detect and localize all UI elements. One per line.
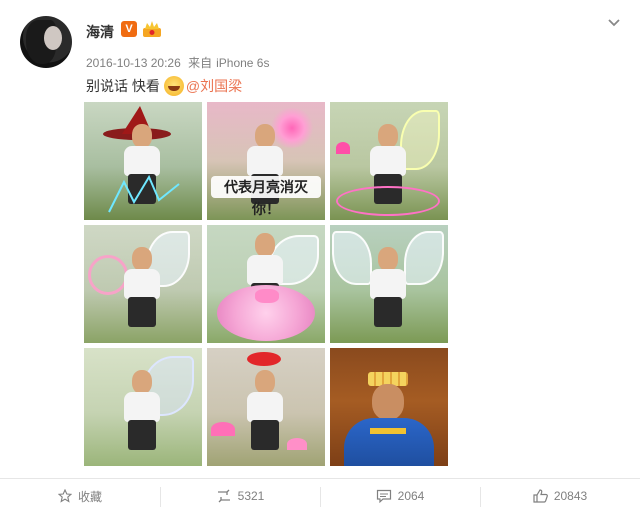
repost-button[interactable]: 5321 — [160, 479, 320, 513]
user-name[interactable]: 海清 — [86, 22, 114, 42]
laughing-emoji-icon — [163, 76, 184, 96]
image-tile-1[interactable] — [84, 102, 202, 220]
image-tile-2[interactable]: 代表月亮消灭你！ — [207, 102, 325, 220]
repost-count: 5321 — [237, 489, 265, 503]
crown-icon[interactable] — [142, 20, 162, 38]
favorite-button[interactable]: 收藏 — [0, 479, 160, 513]
source-prefix: 来自 — [188, 56, 213, 70]
comment-button[interactable]: 2064 — [320, 479, 480, 513]
image-caption: 代表月亮消灭你！ — [211, 176, 321, 217]
like-count: 20843 — [553, 489, 588, 503]
lightning-effect-icon — [108, 174, 180, 213]
weibo-post-card: 海清 V 2016-10-13 20:26 来自 iPhone 6s 别说话 快看… — [0, 0, 640, 513]
image-tile-3[interactable] — [330, 102, 448, 220]
post-text: 别说话 快看 @刘国梁 — [86, 76, 242, 96]
thumbs-up-icon — [533, 489, 548, 503]
verified-v-icon[interactable]: V — [121, 21, 137, 37]
star-icon — [57, 489, 72, 503]
avatar[interactable] — [20, 16, 72, 68]
repost-icon — [217, 489, 230, 503]
source-device[interactable]: iPhone 6s — [216, 56, 269, 70]
image-tile-5[interactable] — [207, 225, 325, 343]
image-tile-7[interactable] — [84, 348, 202, 466]
action-bar: 收藏 5321 2064 20843 — [0, 479, 640, 513]
post-body: 别说话 快看 — [86, 78, 160, 94]
post-date[interactable]: 2016-10-13 20:26 — [86, 56, 181, 70]
image-tile-9[interactable] — [330, 348, 448, 466]
like-button[interactable]: 20843 — [480, 479, 640, 513]
post-meta: 2016-10-13 20:26 来自 iPhone 6s — [86, 54, 273, 71]
image-tile-6[interactable] — [330, 225, 448, 343]
comment-icon — [376, 489, 391, 503]
mention-link[interactable]: @刘国梁 — [186, 76, 242, 96]
image-tile-8[interactable] — [207, 348, 325, 466]
comment-count: 2064 — [397, 489, 425, 503]
favorite-label: 收藏 — [77, 489, 102, 504]
image-tile-4[interactable] — [84, 225, 202, 343]
chevron-down-icon[interactable] — [606, 14, 622, 30]
image-grid: 代表月亮消灭你！ — [84, 102, 448, 466]
